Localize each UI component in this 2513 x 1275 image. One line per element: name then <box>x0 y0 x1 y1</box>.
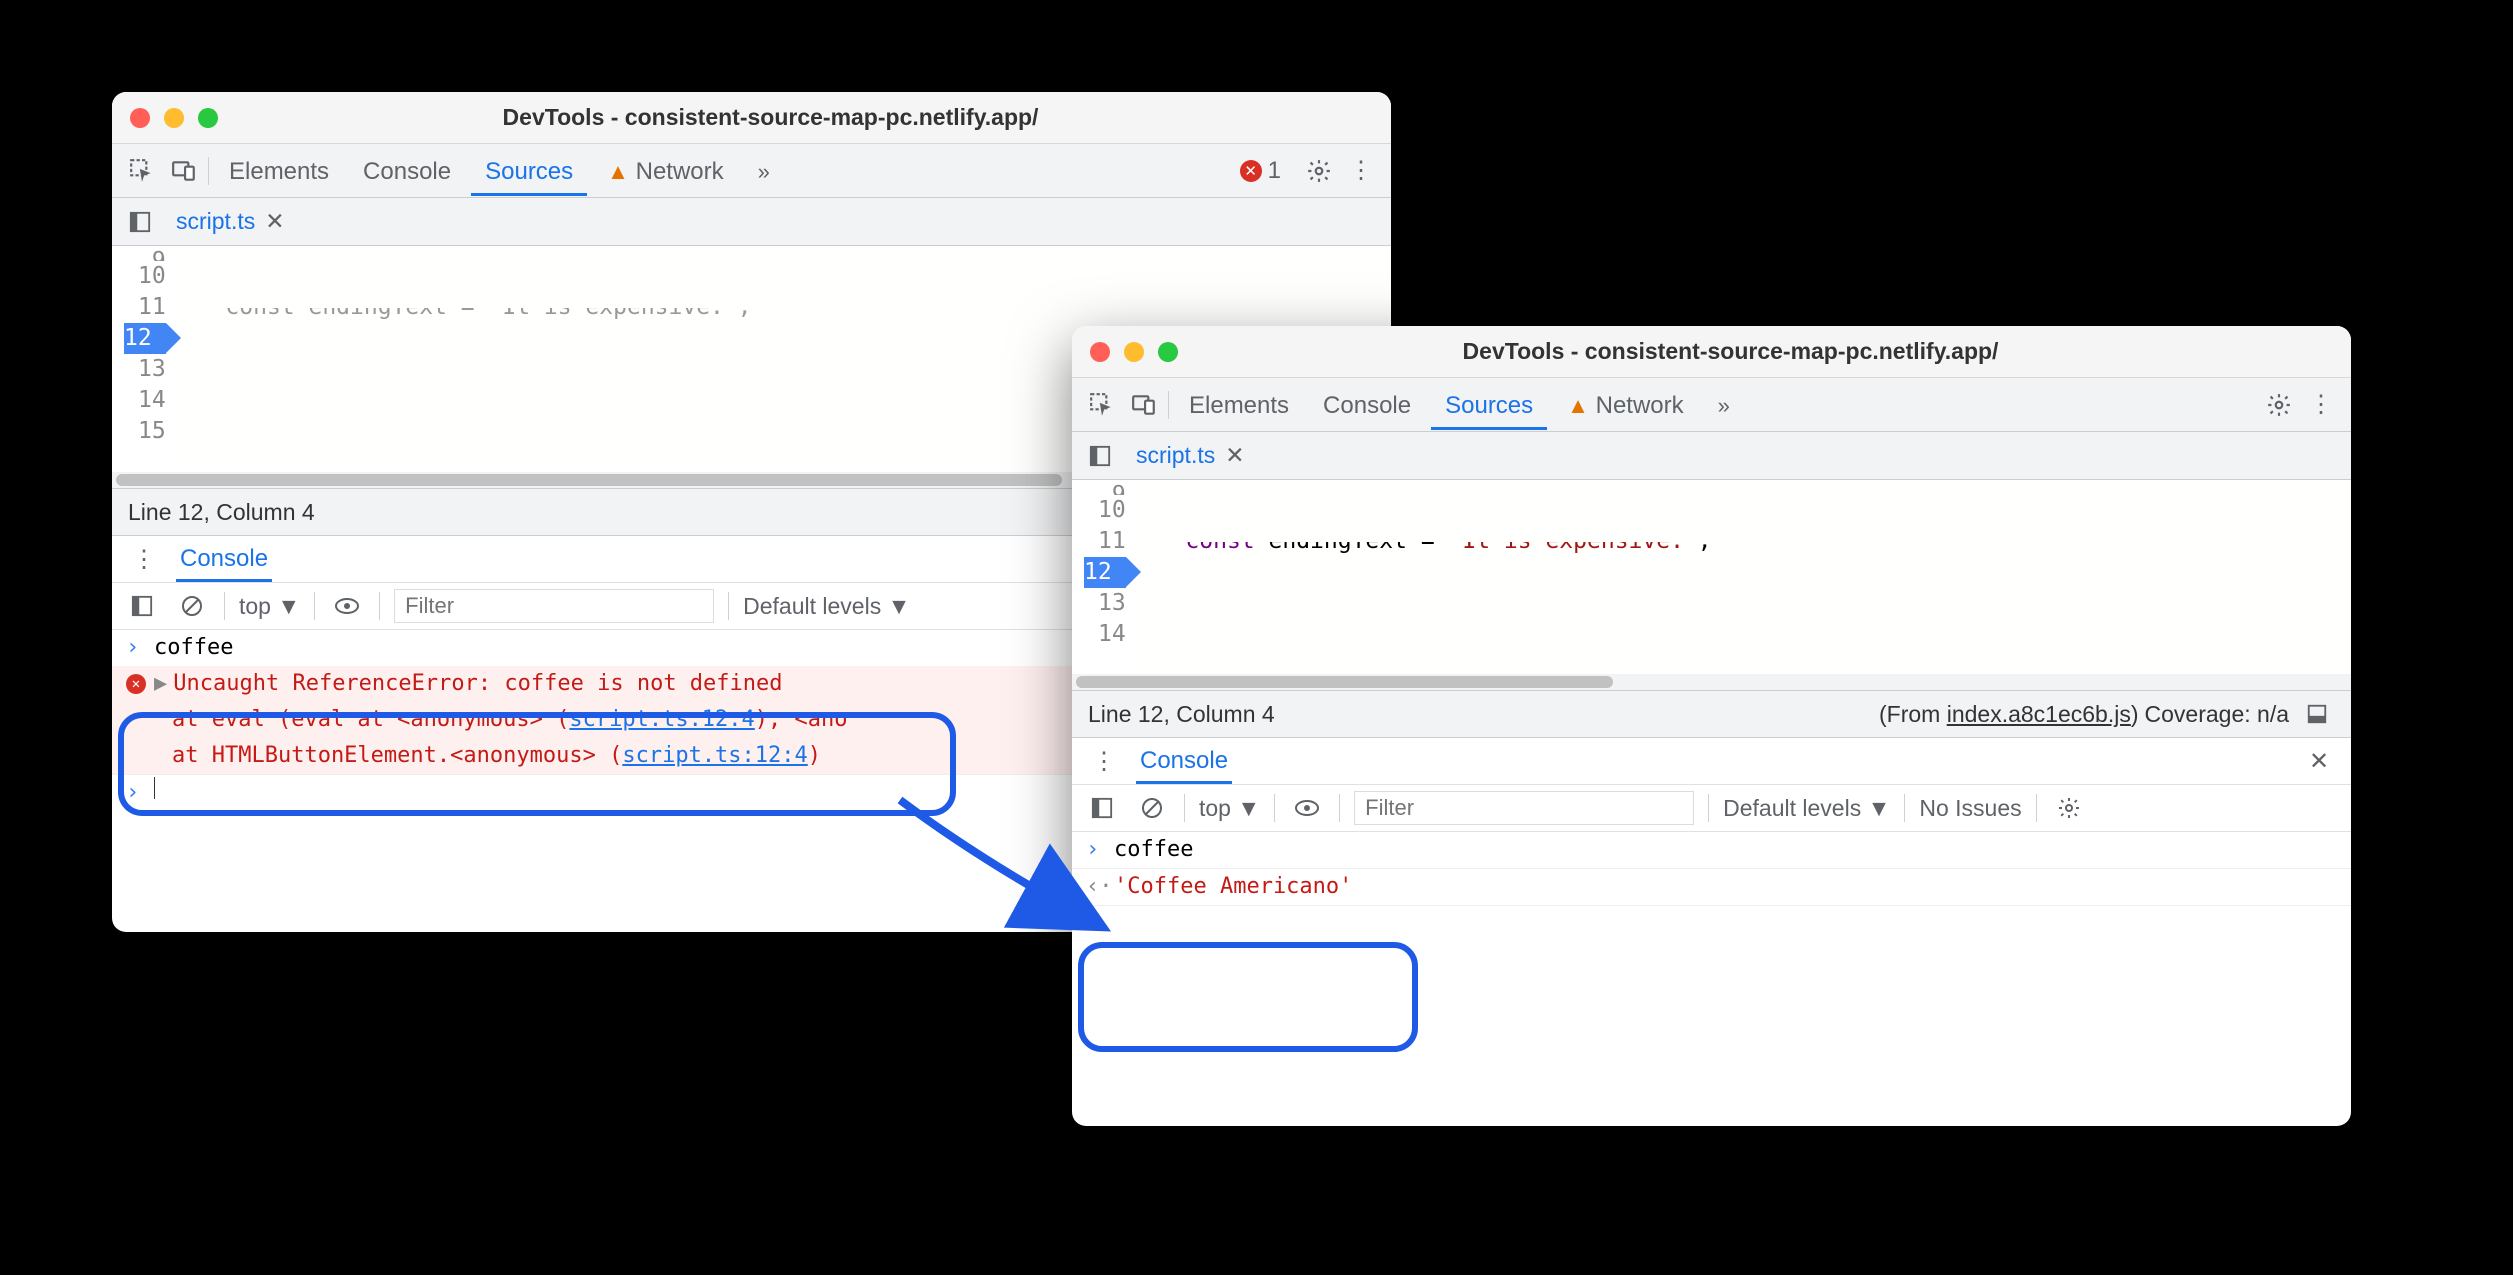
live-expression-icon[interactable] <box>1289 790 1325 826</box>
console-toolbar: top ▼ Default levels ▼ No Issues <box>1072 784 2351 832</box>
tab-sources[interactable]: Sources <box>1431 380 1547 430</box>
warning-icon: ▲ <box>1567 393 1589 418</box>
file-tab-label: script.ts <box>1136 442 1215 469</box>
h-scrollbar[interactable] <box>1072 674 2351 690</box>
clear-console-icon[interactable] <box>174 588 210 624</box>
code-content[interactable]: const endingText = 'It is expensive.'; c… <box>1134 480 2351 674</box>
chevron-right-icon: › <box>126 632 144 664</box>
close-window-button[interactable] <box>1090 342 1110 362</box>
file-tab-script-ts[interactable]: script.ts ✕ <box>1128 436 1253 475</box>
filter-input[interactable] <box>394 589 714 623</box>
traffic-lights <box>130 108 218 128</box>
coverage-label: Coverage: n/a <box>2145 701 2289 728</box>
close-tab-icon[interactable]: ✕ <box>265 208 284 235</box>
code-editor[interactable]: 9 10 11 12 13 14 const endingText = 'It … <box>1072 480 2351 674</box>
tab-console[interactable]: Console <box>1309 380 1425 430</box>
more-tabs-button[interactable]: » <box>1704 381 1744 429</box>
inspect-icon[interactable] <box>1084 387 1120 423</box>
chevron-right-icon: › <box>1086 908 1104 940</box>
traffic-lights <box>1090 342 1178 362</box>
console-prompt-row[interactable]: › <box>1072 905 2351 942</box>
line-gutter: 9 10 11 12 13 14 15 <box>112 246 174 472</box>
log-levels-selector[interactable]: Default levels ▼ <box>1723 795 1890 822</box>
console-settings-icon[interactable] <box>2051 790 2087 826</box>
drawer-kebab-icon[interactable]: ⋮ <box>126 541 162 577</box>
cursor-position: Line 12, Column 4 <box>1088 701 1275 728</box>
titlebar: DevTools - consistent-source-map-pc.netl… <box>112 92 1391 144</box>
drawer-tab-console[interactable]: Console <box>176 537 272 582</box>
issues-button[interactable]: No Issues <box>1919 795 2021 822</box>
close-tab-icon[interactable]: ✕ <box>1225 442 1244 469</box>
minimize-window-button[interactable] <box>1124 342 1144 362</box>
context-selector[interactable]: top ▼ <box>1199 795 1260 822</box>
more-tabs-button[interactable]: » <box>744 147 784 195</box>
clear-console-icon[interactable] <box>1134 790 1170 826</box>
trace-link[interactable]: script.ts:12:4 <box>569 707 754 732</box>
main-toolbar: Elements Console Sources ▲ Network » ⋮ <box>1072 378 2351 432</box>
inspect-icon[interactable] <box>124 153 160 189</box>
line-gutter: 9 10 11 12 13 14 <box>1072 480 1134 674</box>
source-map-link[interactable]: index.a8c1ec6b.js <box>1947 701 2131 727</box>
cursor-position: Line 12, Column 4 <box>128 499 315 526</box>
console-input-row: › coffee <box>1072 832 2351 868</box>
breakpoint-indicator[interactable]: 12 <box>124 323 166 354</box>
error-icon: ✕ <box>1240 160 1262 182</box>
live-expression-icon[interactable] <box>329 588 365 624</box>
device-icon[interactable] <box>1126 387 1162 423</box>
file-tab-label: script.ts <box>176 208 255 235</box>
error-message: Uncaught ReferenceError: coffee is not d… <box>173 668 782 700</box>
file-tabs: script.ts ✕ <box>1072 432 2351 480</box>
window-title: DevTools - consistent-source-map-pc.netl… <box>1198 338 2333 365</box>
kebab-menu-icon[interactable]: ⋮ <box>2303 387 2339 423</box>
tab-network[interactable]: ▲ Network <box>593 146 737 196</box>
settings-icon[interactable] <box>2261 387 2297 423</box>
coverage-icon[interactable] <box>2299 696 2335 732</box>
window-title: DevTools - consistent-source-map-pc.netl… <box>238 104 1373 131</box>
editor-status-bar: Line 12, Column 4 (From index.a8c1ec6b.j… <box>1072 690 2351 738</box>
console-sidebar-icon[interactable] <box>1084 790 1120 826</box>
main-toolbar: Elements Console Sources ▲ Network » ✕ 1… <box>112 144 1391 198</box>
show-navigator-icon[interactable] <box>122 204 158 240</box>
maximize-window-button[interactable] <box>198 108 218 128</box>
trace-link[interactable]: script.ts:12:4 <box>622 743 807 768</box>
error-indicator[interactable]: ✕ 1 <box>1240 157 1281 185</box>
close-window-button[interactable] <box>130 108 150 128</box>
chevron-right-icon: › <box>126 777 144 809</box>
console-result-text: 'Coffee Americano' <box>1114 871 1352 903</box>
console-input-text: coffee <box>1114 834 1193 866</box>
tab-elements[interactable]: Elements <box>1175 380 1303 430</box>
context-selector[interactable]: top ▼ <box>239 593 300 620</box>
expand-icon[interactable]: ▶ <box>154 668 167 700</box>
tab-console[interactable]: Console <box>349 146 465 196</box>
settings-icon[interactable] <box>1301 153 1337 189</box>
console-body[interactable]: › coffee ‹· 'Coffee Americano' › <box>1072 832 2351 942</box>
error-icon: ✕ <box>126 674 146 694</box>
filter-input[interactable] <box>1354 791 1694 825</box>
tab-elements[interactable]: Elements <box>215 146 343 196</box>
file-tabs: script.ts ✕ <box>112 198 1391 246</box>
log-levels-selector[interactable]: Default levels ▼ <box>743 593 910 620</box>
console-sidebar-icon[interactable] <box>124 588 160 624</box>
close-drawer-icon[interactable]: ✕ <box>2301 743 2337 779</box>
source-map-from: (From index.a8c1ec6b.js) <box>1879 701 2139 728</box>
console-input-text: coffee <box>154 632 233 664</box>
drawer-header: ⋮ Console ✕ <box>1072 738 2351 784</box>
chevron-right-icon: › <box>1086 834 1104 866</box>
kebab-menu-icon[interactable]: ⋮ <box>1343 153 1379 189</box>
result-arrow-icon: ‹· <box>1086 871 1104 903</box>
warning-icon: ▲ <box>607 159 629 184</box>
drawer-tab-console[interactable]: Console <box>1136 739 1232 784</box>
show-navigator-icon[interactable] <box>1082 438 1118 474</box>
minimize-window-button[interactable] <box>164 108 184 128</box>
breakpoint-indicator[interactable]: 12 <box>1084 557 1126 588</box>
maximize-window-button[interactable] <box>1158 342 1178 362</box>
device-icon[interactable] <box>166 153 202 189</box>
drawer-kebab-icon[interactable]: ⋮ <box>1086 743 1122 779</box>
console-result-row: ‹· 'Coffee Americano' <box>1072 868 2351 905</box>
titlebar: DevTools - consistent-source-map-pc.netl… <box>1072 326 2351 378</box>
file-tab-script-ts[interactable]: script.ts ✕ <box>168 202 293 241</box>
tab-network[interactable]: ▲ Network <box>1553 380 1697 430</box>
tab-sources[interactable]: Sources <box>471 146 587 196</box>
